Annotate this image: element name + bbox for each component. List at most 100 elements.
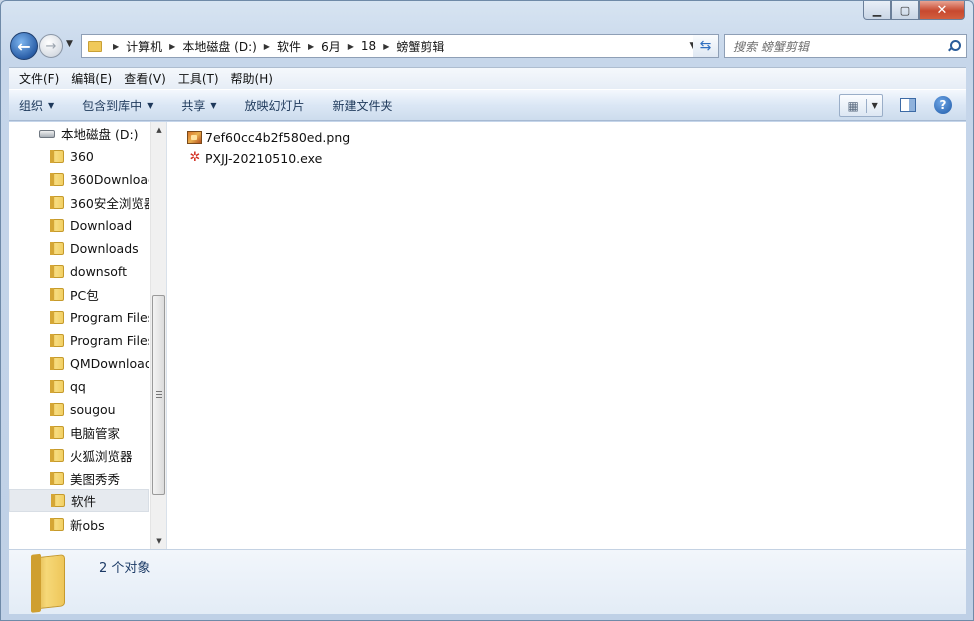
search-placeholder: 搜索 螃蟹剪辑 (733, 39, 809, 54)
forward-button[interactable]: → (39, 34, 63, 58)
tree-item-folder[interactable]: 电脑管家 (9, 421, 149, 444)
details-pane: 2 个对象 (9, 549, 966, 614)
tree-item-folder[interactable]: 美图秀秀 (9, 467, 149, 490)
chevron-right-icon[interactable]: ▶ (113, 42, 119, 51)
minimize-button[interactable]: ▁ (863, 1, 891, 20)
tree-item-folder[interactable]: 火狐浏览器 (9, 444, 149, 467)
scroll-down-icon[interactable]: ▼ (151, 533, 167, 549)
tree-item-folder[interactable]: downsoft (9, 260, 149, 283)
breadcrumb-computer[interactable]: 计算机 (126, 38, 162, 55)
scrollbar-thumb[interactable] (152, 295, 165, 495)
chevron-right-icon[interactable]: ▶ (169, 42, 175, 51)
tree-item-label: downsoft (70, 264, 127, 279)
slideshow-button[interactable]: 放映幻灯片 (245, 97, 305, 114)
tree-item-folder[interactable]: QMDownload (9, 352, 149, 375)
refresh-button[interactable]: ⇆ (693, 34, 719, 58)
crab-app-icon: ✲ (189, 150, 201, 165)
menu-file[interactable]: 文件(F) (13, 70, 65, 87)
tree-item-folder[interactable]: 新obs (9, 513, 149, 536)
menu-bar: 文件(F) 编辑(E) 查看(V) 工具(T) 帮助(H) (9, 67, 966, 89)
tree-item-drive-d[interactable]: 本地磁盘 (D:) (9, 122, 149, 145)
tree-item-folder[interactable]: Program Files (9, 306, 149, 329)
address-bar[interactable]: ▶ 计算机 ▶ 本地磁盘 (D:) ▶ 软件 ▶ 6月 ▶ 18 ▶ 螃蟹剪辑 … (81, 34, 701, 58)
folder-icon (50, 403, 64, 416)
tree-item-label: 新obs (70, 518, 105, 533)
share-button[interactable]: 共享 ▼ (181, 97, 216, 114)
tree-item-selected-folder[interactable]: 软件 (9, 489, 149, 512)
breadcrumb-drive-d[interactable]: 本地磁盘 (D:) (182, 38, 256, 55)
change-view-button[interactable]: ▦ ▼ (839, 94, 883, 117)
tree-item-label: 火狐浏览器 (70, 449, 133, 464)
item-count: 2 个对象 (99, 561, 151, 576)
tree-item-folder[interactable]: sougou (9, 398, 149, 421)
command-bar: 组织 ▼ 包含到库中 ▼ 共享 ▼ 放映幻灯片 新建文件夹 ▦ ▼ ? (9, 89, 966, 121)
menu-edit[interactable]: 编辑(E) (65, 70, 118, 87)
breadcrumb-june[interactable]: 6月 (321, 38, 341, 55)
folder-icon (50, 449, 64, 462)
chevron-right-icon[interactable]: ▶ (308, 42, 314, 51)
folder-icon (50, 518, 64, 531)
navigation-scrollbar[interactable]: ▲ ▼ (150, 122, 166, 549)
tree-item-label: 电脑管家 (70, 426, 121, 441)
tree-item-label: sougou (70, 402, 116, 417)
help-button[interactable]: ? (934, 96, 952, 114)
file-name: 7ef60cc4b2f580ed.png (205, 129, 351, 145)
folder-icon (31, 554, 65, 610)
chevron-down-icon: ▼ (147, 100, 154, 110)
view-grid-icon[interactable]: ▦ (840, 98, 868, 113)
tree-item-folder[interactable]: Program Files (9, 329, 149, 352)
organize-label: 组织 (19, 98, 44, 113)
tree-item-label: 软件 (71, 494, 97, 509)
chevron-right-icon[interactable]: ▶ (348, 42, 354, 51)
recent-pages-button[interactable]: ▼ (66, 39, 73, 49)
tree-item-folder[interactable]: Download (9, 214, 149, 237)
tree-item-folder[interactable]: 360安全浏览器 (9, 191, 149, 214)
folder-icon (50, 219, 64, 232)
breadcrumb-18[interactable]: 18 (361, 39, 376, 53)
chevron-down-icon: ▼ (210, 100, 217, 110)
maximize-button[interactable]: ▢ (891, 1, 919, 20)
menu-view[interactable]: 查看(V) (118, 70, 172, 87)
preview-pane-button[interactable] (900, 98, 916, 112)
tree-item-label: PC包 (70, 288, 99, 303)
tree-item-folder[interactable]: Downloads (9, 237, 149, 260)
tree-item-label: QMDownload (70, 356, 149, 371)
breadcrumb-current-folder[interactable]: 螃蟹剪辑 (396, 38, 444, 55)
folder-icon (50, 242, 64, 255)
png-image-icon (187, 130, 202, 144)
folder-icon (50, 196, 64, 209)
search-icon[interactable] (948, 40, 961, 52)
breadcrumb-software[interactable]: 软件 (277, 38, 301, 55)
include-in-library-button[interactable]: 包含到库中 ▼ (82, 97, 153, 114)
folder-icon (88, 40, 102, 52)
search-box[interactable]: 搜索 螃蟹剪辑 (724, 34, 967, 58)
folder-icon (51, 494, 65, 507)
view-options-dropdown[interactable]: ▼ (867, 101, 882, 110)
tree-item-label: 本地磁盘 (D:) (61, 127, 139, 142)
chevron-right-icon[interactable]: ▶ (383, 42, 389, 51)
menu-help[interactable]: 帮助(H) (225, 70, 279, 87)
file-item[interactable]: 7ef60cc4b2f580ed.png (187, 127, 350, 147)
folder-icon (50, 472, 64, 485)
close-button[interactable]: ✕ (919, 1, 965, 20)
tree-item-folder[interactable]: PC包 (9, 283, 149, 306)
tree-item-label: 美图秀秀 (70, 472, 121, 487)
chevron-right-icon[interactable]: ▶ (264, 42, 270, 51)
tree-item-folder[interactable]: qq (9, 375, 149, 398)
organize-button[interactable]: 组织 ▼ (19, 97, 54, 114)
tree-item-label: qq (70, 379, 86, 394)
file-name: PXJJ-20210510.exe (205, 150, 323, 166)
tree-item-folder[interactable]: 360 (9, 145, 149, 168)
arrow-right-icon: → (45, 38, 57, 54)
new-folder-label: 新建文件夹 (332, 98, 393, 113)
file-item[interactable]: ✲ PXJJ-20210510.exe (187, 148, 323, 168)
menu-tools[interactable]: 工具(T) (172, 70, 225, 87)
grip-icon (156, 391, 162, 398)
file-list: 7ef60cc4b2f580ed.png ✲ PXJJ-20210510.exe (167, 122, 966, 549)
tree-item-label: 360 (70, 149, 94, 164)
tree-item-folder[interactable]: 360Download (9, 168, 149, 191)
scroll-up-icon[interactable]: ▲ (151, 122, 167, 138)
explorer-window: ▁ ▢ ✕ ← → ▼ ▶ 计算机 ▶ 本地磁盘 (D:) ▶ 软件 ▶ 6月 … (0, 0, 974, 621)
new-folder-button[interactable]: 新建文件夹 (333, 97, 393, 114)
back-button[interactable]: ← (10, 32, 38, 60)
